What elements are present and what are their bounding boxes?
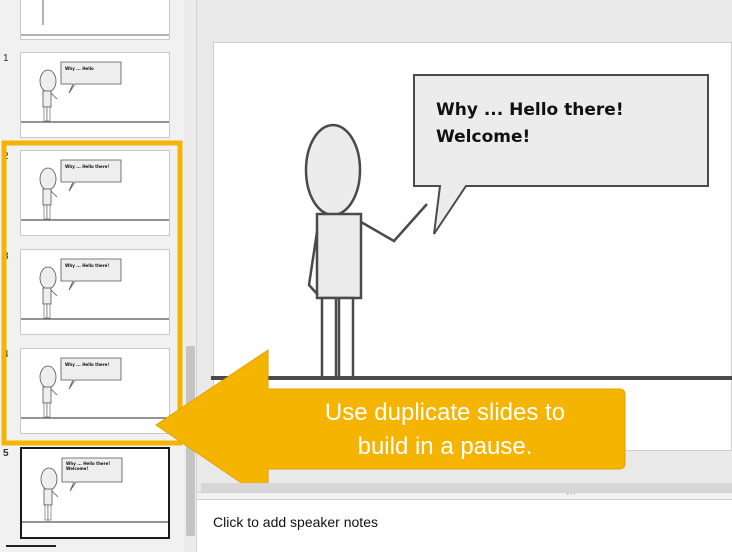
thumbnail-text: Why ... Hello there! [65,263,110,268]
filmstrip-divider [6,545,56,547]
speech-bubble-text: Why ... Hello there! Welcome! [436,97,696,151]
thumbnail-text: Why ... Hello [65,66,94,71]
thumbnail-text: Why ... Hello there! [65,164,110,169]
splitter-grip-icon[interactable]: ⋯ [566,489,577,500]
slide-number: 3 [3,251,9,262]
callout-text: Use duplicate slides to build in a pause… [265,396,625,464]
editor-horizontal-scrollbar[interactable] [201,483,732,492]
slide-thumbnail-1[interactable]: Why ... Hello [20,52,170,138]
thumbnail-text: Why ... Hello there! [65,362,110,367]
thumbnail-text: Why ... Hello there! Welcome! [66,461,111,471]
slide-number: 4 [3,349,9,360]
filmstrip-scrollbar-thumb[interactable] [186,346,195,536]
notes-splitter[interactable] [197,492,732,500]
stick-figure-thumbnail [21,61,169,123]
speaker-notes-placeholder[interactable]: Click to add speaker notes [213,514,378,530]
callout-line-2: build in a pause. [357,433,533,460]
bubble-line-1: Why ... Hello there! [436,100,624,120]
slide-thumbnail-3[interactable]: Why ... Hello there! [20,249,170,335]
stick-figure-thumbnail [21,0,169,36]
slide-thumbnail-partial[interactable] [20,0,170,40]
slide-thumbnail-2[interactable]: Why ... Hello there! [20,150,170,236]
callout-line-1: Use duplicate slides to [324,399,566,426]
slide-thumbnail-4[interactable]: Why ... Hello there! [20,348,170,434]
slide-number: 5 [3,448,9,459]
slide-thumbnail-5[interactable]: Why ... Hello there! Welcome! [20,447,170,539]
bubble-line-2: Welcome! [436,127,531,147]
slide-number: 2 [3,151,9,162]
slide-number: 1 [3,53,9,64]
speaker-notes-pane[interactable]: Click to add speaker notes [197,500,732,552]
